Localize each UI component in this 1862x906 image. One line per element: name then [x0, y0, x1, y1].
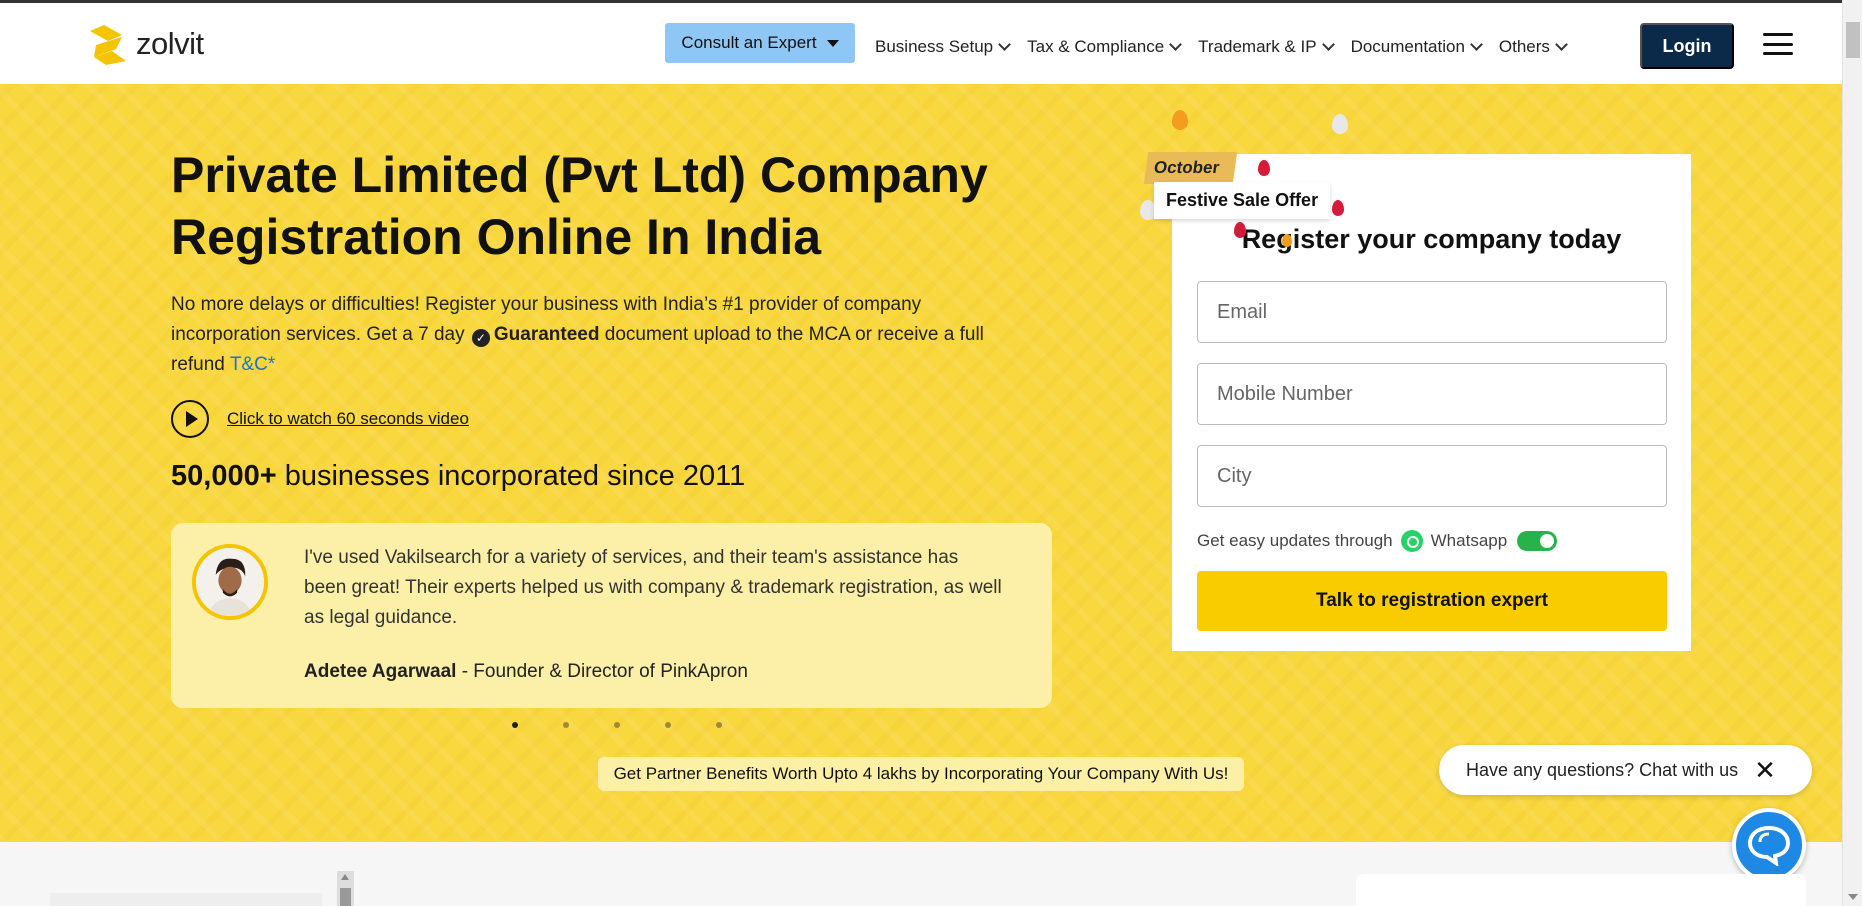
carousel-dot[interactable]	[614, 722, 620, 728]
verified-check-icon: ✓	[471, 329, 490, 347]
chevron-down-icon	[998, 38, 1012, 51]
chat-bubble-icon	[1747, 825, 1791, 866]
page-title: Private Limited (Pvt Ltd) Company Regist…	[171, 144, 1031, 268]
hero-section: Private Limited (Pvt Ltd) Company Regist…	[0, 84, 1842, 842]
carousel-dot[interactable]	[563, 722, 569, 728]
updates-text: Get easy updates through	[1197, 531, 1393, 550]
carousel-dot[interactable]	[512, 722, 518, 728]
balloon-icon	[1258, 160, 1270, 176]
balloon-icon	[1282, 234, 1292, 247]
balloon-icon	[1332, 114, 1348, 134]
partner-benefits-banner[interactable]: Get Partner Benefits Worth Upto 4 lakhs …	[598, 757, 1244, 791]
whatsapp-updates-row: Get easy updates through Whatsapp	[1197, 530, 1558, 552]
chevron-down-icon	[1470, 38, 1483, 51]
testimonial-author: Adetee Agarwaal - Founder & Director of …	[304, 661, 748, 683]
hamburger-line	[1763, 42, 1793, 46]
chevron-down-icon	[1555, 38, 1568, 51]
scrollbar-thumb[interactable]	[1846, 22, 1860, 58]
city-field[interactable]	[1197, 445, 1667, 507]
author-name: Adetee Agarwaal	[304, 661, 457, 682]
stat-number: 50,000+	[171, 460, 277, 492]
page-scrollbar[interactable]	[1842, 0, 1862, 906]
logo-text: zolvit	[136, 26, 204, 61]
inner-scrollbar[interactable]	[337, 871, 354, 906]
title-line-2: Registration Online In India	[171, 209, 822, 265]
festive-sale-badge: October Festive Sale Offer	[1140, 104, 1380, 247]
below-fold-card	[1356, 874, 1806, 906]
caret-down-icon	[826, 39, 839, 47]
chevron-down-icon	[1169, 38, 1183, 51]
menu-others[interactable]: Others	[1498, 37, 1568, 57]
author-role: - Founder & Director of PinkApron	[461, 661, 748, 682]
title-line-1: Private Limited (Pvt Ltd) Company	[171, 147, 988, 203]
scroll-down-arrow-icon[interactable]	[1848, 894, 1858, 900]
whatsapp-label: Whatsapp	[1430, 531, 1508, 550]
play-icon[interactable]	[171, 400, 209, 438]
main-menu: Business Setup Tax & Compliance Trademar…	[875, 37, 1584, 57]
chat-support-button[interactable]	[1732, 808, 1806, 882]
menu-label: Others	[1498, 37, 1550, 56]
watch-video-link[interactable]: Click to watch 60 seconds video	[227, 409, 469, 429]
stat-text: businesses incorporated since 2011	[284, 460, 746, 492]
close-icon[interactable]: ✕	[1754, 757, 1776, 783]
watch-video-row[interactable]: Click to watch 60 seconds video	[171, 400, 469, 438]
hamburger-menu-icon[interactable]	[1763, 33, 1793, 55]
testimonial-quote: I've used Vakilsearch for a variety of s…	[304, 547, 1002, 628]
businesses-stat: 50,000+ businesses incorporated since 20…	[171, 460, 745, 493]
whatsapp-toggle[interactable]	[1517, 531, 1558, 551]
chevron-down-icon	[1321, 38, 1335, 51]
person-avatar-icon	[196, 548, 264, 616]
menu-documentation[interactable]: Documentation	[1350, 37, 1483, 57]
menu-trademark-ip[interactable]: Trademark & IP	[1198, 37, 1335, 57]
zolvit-logo-icon	[90, 25, 126, 65]
menu-label: Trademark & IP	[1198, 37, 1317, 56]
balloon-icon	[1234, 222, 1246, 238]
hero-description: No more delays or difficulties! Register…	[171, 290, 1031, 380]
form-title: Register your company today	[1241, 224, 1622, 254]
carousel-dot[interactable]	[665, 722, 671, 728]
balloon-icon	[1332, 200, 1344, 216]
registration-form: Register your company today Get easy upd…	[1172, 154, 1691, 651]
mobile-number-field[interactable]	[1197, 363, 1667, 425]
avatar	[192, 544, 268, 620]
badge-offer: Festive Sale Offer	[1154, 182, 1331, 219]
consult-expert-label: Consult an Expert	[681, 33, 817, 52]
logo[interactable]: zolvit	[86, 23, 204, 65]
chat-prompt-bubble[interactable]: Have any questions? Chat with us ✕	[1439, 745, 1812, 795]
desc-guaranteed: Guaranteed	[493, 324, 600, 345]
chat-prompt-text: Have any questions? Chat with us	[1466, 759, 1739, 780]
menu-label: Documentation	[1350, 37, 1465, 56]
balloon-icon	[1172, 110, 1188, 130]
menu-label: Tax & Compliance	[1027, 37, 1165, 56]
talk-to-expert-button[interactable]: Talk to registration expert	[1197, 571, 1667, 631]
top-navbar: zolvit Consult an Expert Business Setup …	[0, 0, 1842, 84]
email-field[interactable]	[1197, 281, 1667, 343]
menu-business-setup[interactable]: Business Setup	[875, 37, 1012, 57]
menu-label: Business Setup	[875, 37, 994, 56]
badge-month: October	[1143, 152, 1238, 184]
terms-link[interactable]: T&C*	[230, 354, 275, 375]
consult-expert-button[interactable]: Consult an Expert	[665, 23, 855, 63]
below-fold-card	[50, 893, 322, 906]
hamburger-line	[1763, 52, 1793, 55]
carousel-dots	[512, 722, 722, 728]
testimonial-card: I've used Vakilsearch for a variety of s…	[171, 523, 1052, 708]
whatsapp-icon	[1400, 530, 1423, 552]
menu-tax-compliance[interactable]: Tax & Compliance	[1027, 37, 1183, 57]
carousel-dot[interactable]	[716, 722, 722, 728]
hamburger-line	[1763, 33, 1793, 36]
login-button[interactable]: Login	[1640, 23, 1734, 69]
